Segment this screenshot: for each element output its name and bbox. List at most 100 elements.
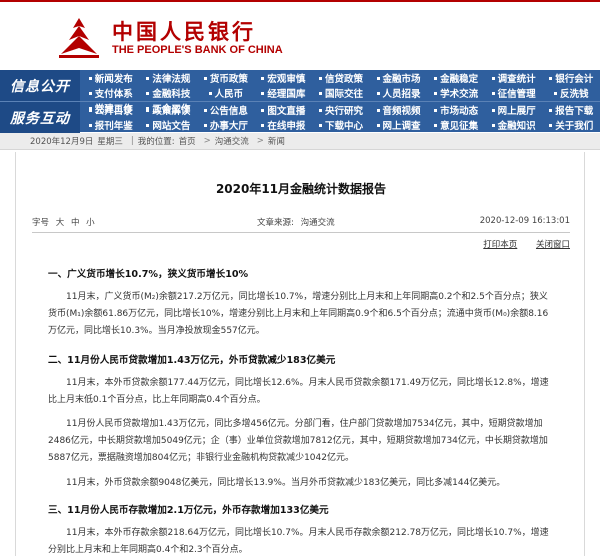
nav-item-label: 下载中心 xyxy=(324,121,363,132)
nav-item[interactable]: 经理国库 xyxy=(255,86,313,100)
nav-group-label: 信息公开 xyxy=(0,70,80,101)
nav-item[interactable]: 人民币 xyxy=(197,86,255,100)
nav-item-label: 反洗钱 xyxy=(559,89,589,100)
font-size-large[interactable]: 大 xyxy=(56,218,65,228)
nav-item[interactable]: 金融稳定 xyxy=(427,71,485,85)
nav-item[interactable]: 人员招录 xyxy=(370,86,428,100)
bullet-icon xyxy=(434,123,438,127)
bullet-icon xyxy=(261,108,265,112)
nav-item[interactable]: 央行研究 xyxy=(312,103,370,117)
section-heading: 二、11月份人民币贷款增加1.43万亿元，外币贷款减少183亿美元 xyxy=(48,355,336,366)
nav-item[interactable]: 金融市场 xyxy=(370,71,428,85)
nav-item[interactable]: 反洗钱 xyxy=(542,86,600,100)
nav-item[interactable]: 货币政策 xyxy=(197,71,255,85)
font-size-controls: 字号 大 中 小 xyxy=(32,216,95,228)
font-size-medium[interactable]: 中 xyxy=(71,218,80,228)
nav-item[interactable]: 网上展厅 xyxy=(485,103,543,117)
nav-item-label: 新闻发布 xyxy=(94,74,133,85)
page-root: 中国人民银行 THE PEOPLE'S BANK OF CHINA 信息公开 新… xyxy=(0,0,600,556)
bullet-icon xyxy=(88,76,92,80)
nav-item-label: 网上调查 xyxy=(382,121,421,132)
nav-item-label: 人员招录 xyxy=(382,89,421,100)
breadcrumb: 2020年12月9日 星期三 | 我的位置: 首页 > 沟通交流 > 新闻 xyxy=(0,133,600,150)
bullet-icon xyxy=(434,108,438,112)
nav-item[interactable]: 音频视频 xyxy=(370,103,428,117)
font-size-small[interactable]: 小 xyxy=(86,218,95,228)
nav-item-label: 报告下载 xyxy=(555,106,594,117)
nav-item[interactable]: 信贷政策 xyxy=(312,71,370,85)
breadcrumb-divider: > xyxy=(256,136,264,146)
bullet-icon xyxy=(376,91,380,95)
nav-item[interactable]: 政策解读 xyxy=(140,103,198,117)
nav-item[interactable]: 意见征集 xyxy=(427,118,485,132)
nav-item-label: 货币政策 xyxy=(209,74,248,85)
bullet-icon xyxy=(261,76,265,80)
nav-item[interactable]: 网站文告 xyxy=(140,118,198,132)
nav-item[interactable]: 市场动态 xyxy=(427,103,485,117)
bullet-icon xyxy=(261,123,265,127)
nav-item-label: 公开目录 xyxy=(94,106,133,117)
nav-item[interactable]: 下载中心 xyxy=(312,118,370,132)
article-meta: 字号 大 中 小 文章来源: 沟通交流 2020-12-09 16:13:01 xyxy=(32,216,570,230)
bullet-icon xyxy=(553,91,557,95)
bullet-icon xyxy=(434,76,438,80)
breadcrumb-communication[interactable]: 沟通交流 xyxy=(215,135,249,147)
nav-item[interactable]: 金融科技 xyxy=(140,86,198,100)
bullet-icon xyxy=(203,123,207,127)
nav-item-label: 意见征集 xyxy=(440,121,479,132)
nav-item[interactable]: 报告下载 xyxy=(542,103,600,117)
nav-item[interactable]: 公开目录 xyxy=(82,103,140,117)
close-window-link[interactable]: 关闭窗口 xyxy=(536,240,570,250)
nav-item-label: 关于我们 xyxy=(555,121,594,132)
nav-item[interactable]: 征信管理 xyxy=(485,86,543,100)
nav-item[interactable]: 银行会计 xyxy=(542,71,600,85)
section-heading: 一、广义货币增长10.7%，狭义货币增长10% xyxy=(48,269,249,280)
print-page-link[interactable]: 打印本页 xyxy=(483,240,517,250)
pboc-logo-icon xyxy=(59,18,99,58)
bullet-icon xyxy=(491,108,495,112)
nav-item[interactable]: 宏观审慎 xyxy=(255,71,313,85)
nav-item[interactable]: 支付体系 xyxy=(82,86,140,100)
bullet-icon xyxy=(376,76,380,80)
nav-item[interactable]: 报刊年鉴 xyxy=(82,118,140,132)
nav-item-label: 学术交流 xyxy=(440,89,479,100)
nav-item[interactable]: 学术交流 xyxy=(427,86,485,100)
section-heading: 三、11月份人民币存款增加2.1万亿元，外币存款增加133亿美元 xyxy=(48,505,329,516)
nav-item-label: 支付体系 xyxy=(94,89,133,100)
nav-item[interactable]: 在线申报 xyxy=(255,118,313,132)
bullet-icon xyxy=(376,123,380,127)
bullet-icon xyxy=(376,108,380,112)
bullet-icon xyxy=(434,91,438,95)
bullet-icon xyxy=(318,76,322,80)
nav-item-label: 国际交往 xyxy=(324,89,363,100)
nav-item[interactable]: 国际交往 xyxy=(312,86,370,100)
breadcrumb-divider: | xyxy=(130,136,134,146)
nav-item-label: 央行研究 xyxy=(324,106,363,117)
nav-item[interactable]: 公告信息 xyxy=(197,103,255,117)
bullet-icon xyxy=(491,76,495,80)
source-label: 文章来源: xyxy=(257,218,294,228)
breadcrumb-home[interactable]: 首页 xyxy=(179,135,196,147)
nav-item-label: 公告信息 xyxy=(209,106,248,117)
article-datetime: 2020-12-09 16:13:01 xyxy=(479,216,570,226)
current-date: 2020年12月9日 xyxy=(30,137,94,147)
nav-item[interactable]: 新闻发布 xyxy=(82,71,140,85)
nav-item[interactable]: 办事大厅 xyxy=(197,118,255,132)
source-value: 沟通交流 xyxy=(300,218,335,228)
article-tools: 打印本页 关闭窗口 xyxy=(467,238,570,250)
nav-item-label: 音频视频 xyxy=(382,106,421,117)
nav-item[interactable]: 调查统计 xyxy=(485,71,543,85)
nav-item[interactable]: 关于我们 xyxy=(542,118,600,132)
nav-item-label: 报刊年鉴 xyxy=(94,121,133,132)
nav-item[interactable]: 网上调查 xyxy=(370,118,428,132)
nav-item-label: 金融知识 xyxy=(497,121,536,132)
nav-item-label: 金融科技 xyxy=(152,89,191,100)
nav-item[interactable]: 金融知识 xyxy=(485,118,543,132)
bullet-icon xyxy=(203,108,207,112)
bullet-icon xyxy=(88,91,92,95)
nav-item-label: 办事大厅 xyxy=(209,121,248,132)
article-title: 2020年11月金融统计数据报告 xyxy=(215,182,387,196)
nav-item[interactable]: 法律法规 xyxy=(140,71,198,85)
nav-item[interactable]: 图文直播 xyxy=(255,103,313,117)
breadcrumb-news[interactable]: 新闻 xyxy=(268,135,285,147)
